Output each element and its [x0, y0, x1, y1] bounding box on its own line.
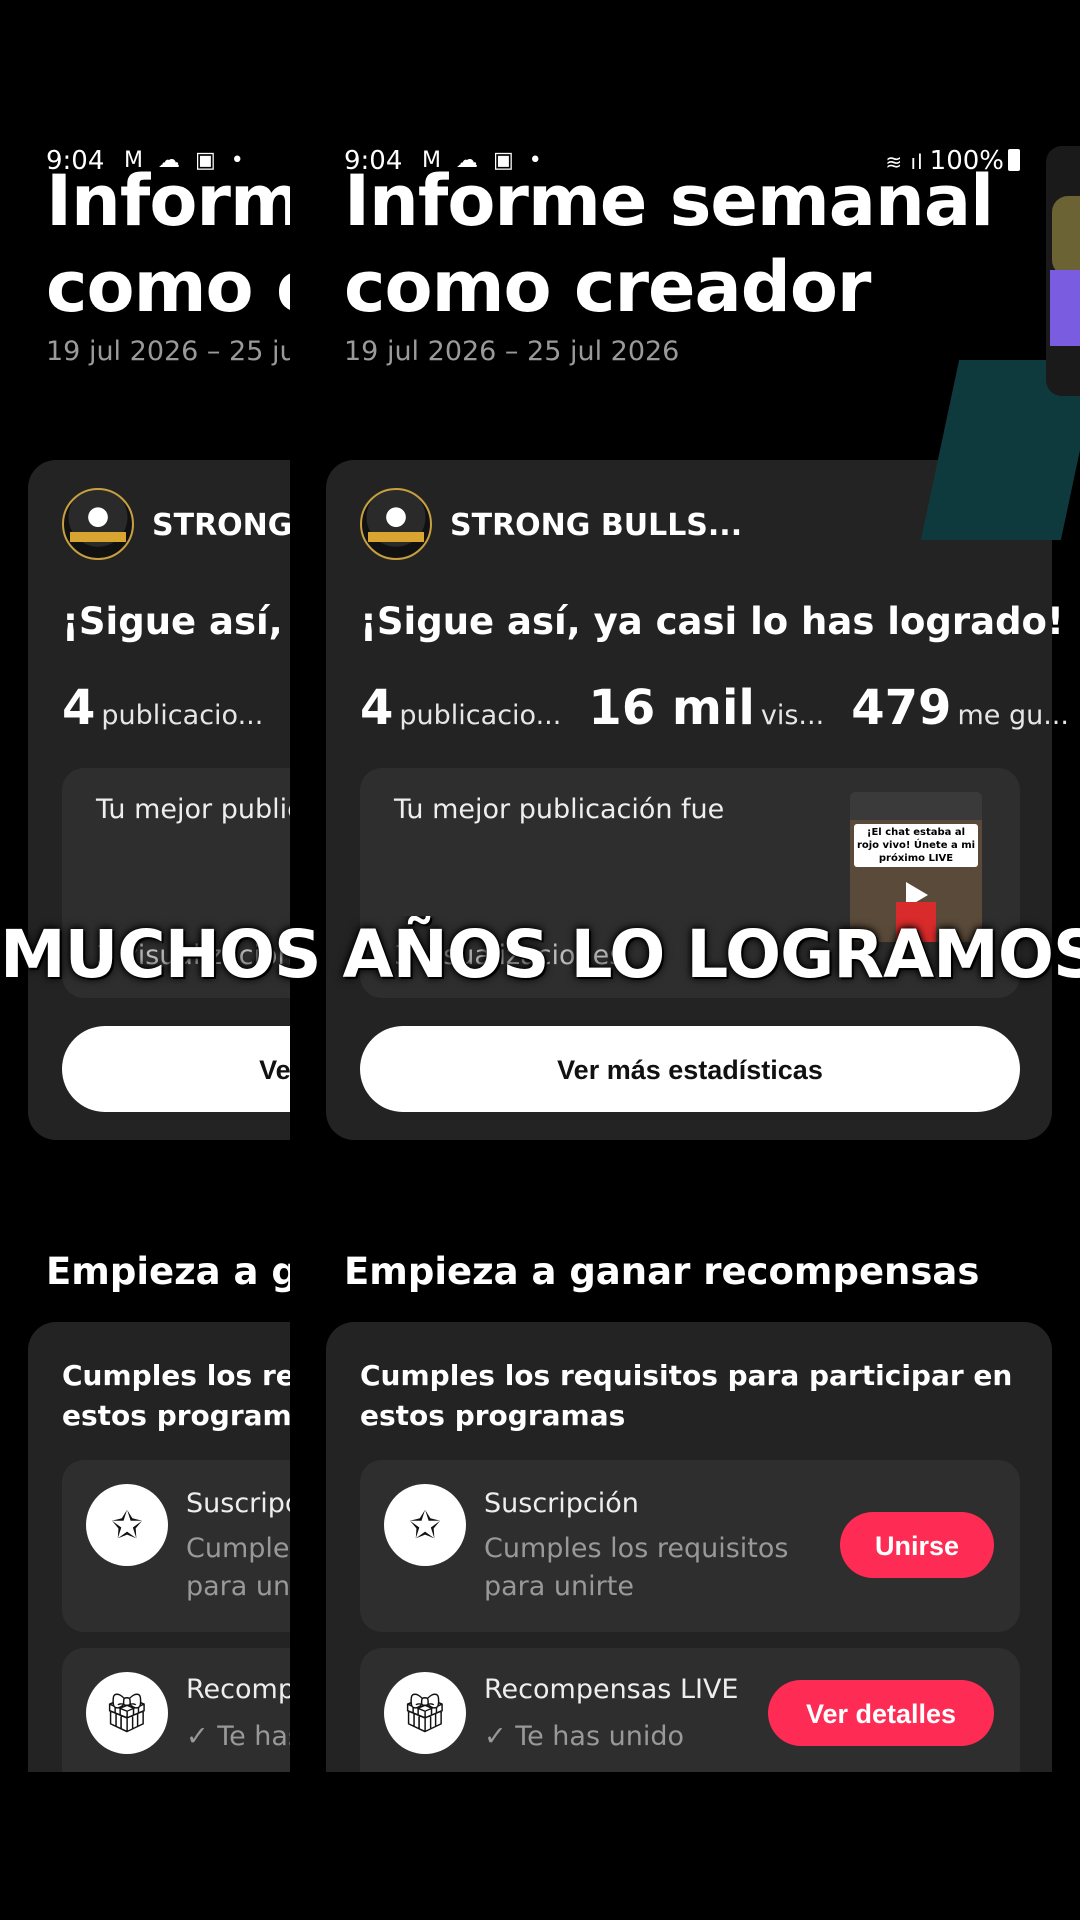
view-details-button[interactable]: Ver detalles: [768, 1680, 994, 1746]
date-range: 19 jul 2026 – 25 jul 2026: [344, 336, 680, 367]
left-panel: 9:04 M ☁ ▣ • Informe semanal como creado…: [0, 0, 290, 1772]
creator-name: STRONG BULLS...: [152, 508, 290, 543]
program-title: Suscripción: [484, 1488, 639, 1519]
stat-views: 16 mil vis...: [588, 680, 825, 736]
program-title: Recompensas LIVE: [484, 1674, 739, 1705]
gift-icon: 🎁︎: [86, 1672, 168, 1754]
panel-divider: [290, 0, 298, 1772]
more-stats-button[interactable]: Ver más estadísticas: [62, 1026, 290, 1112]
requirements-text: Cumples los requisitos para participar e…: [360, 1359, 1013, 1432]
date-range: 19 jul 2026 – 25 jul 2026: [46, 336, 290, 367]
page-title: Informe semanal como creador: [344, 160, 994, 328]
decor-shape: [1050, 270, 1080, 346]
stat-likes: 479 me gu...: [851, 680, 1069, 736]
battery-icon: [1008, 149, 1020, 171]
program-desc: ✓ Te has unido: [484, 1721, 684, 1752]
star-icon: ✩: [86, 1484, 168, 1566]
page-title: Informe semanal como creador: [46, 160, 290, 328]
gift-icon: 🎁︎: [384, 1672, 466, 1754]
join-button[interactable]: Unirse: [840, 1512, 994, 1578]
overlay-caption: MUCHOS AÑOS LO LOGRAMOS..GRACIAS: [0, 916, 1080, 993]
cheer-text: ¡Sigue así, ya casi lo has logrado!: [360, 600, 1064, 643]
stats-row: 4 publicacio... 16 mil vis... 479 me gu...: [360, 680, 1080, 736]
best-post-label: Tu mejor publicación fue: [96, 794, 290, 825]
rewards-section-title: Empieza a ganar recompensas: [344, 1250, 980, 1293]
avatar[interactable]: [360, 488, 432, 560]
star-icon: ✩: [384, 1484, 466, 1566]
right-panel: 9:04 M ☁ ▣ • ≋ ıl 100% Informe semanal co…: [298, 0, 1080, 1772]
more-stats-button[interactable]: Ver más estadísticas: [360, 1026, 1020, 1112]
stats-row: 4 publicacio...: [62, 680, 264, 736]
rewards-section-title: Empieza a ganar recompensas: [46, 1250, 290, 1293]
decor-shape: [1052, 196, 1080, 276]
stat-posts: 4 publicacio...: [360, 680, 562, 736]
avatar[interactable]: [62, 488, 134, 560]
requirements-text: Cumples los requisitos para participar e…: [62, 1359, 290, 1432]
thumbnail-caption: ¡El chat estaba al rojo vivo! Únete a mi…: [854, 824, 978, 867]
cheer-text: ¡Sigue así, ya casi lo has logrado!: [62, 600, 290, 643]
creator-name: STRONG BULLS...: [450, 508, 743, 543]
best-post-label: Tu mejor publicación fue: [394, 794, 725, 825]
program-desc: Cumples los requisitos para unirte: [484, 1533, 789, 1602]
